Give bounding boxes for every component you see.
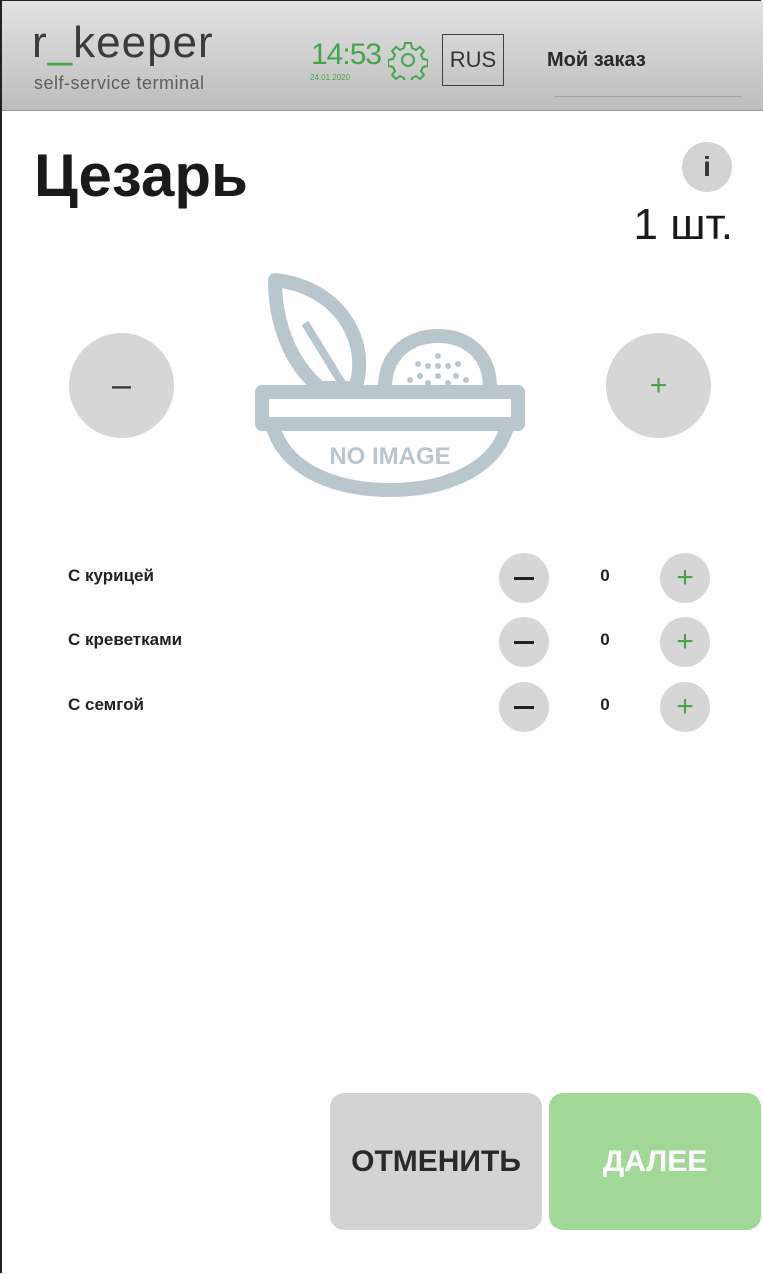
modifier-row: С семгой 0 + [0, 682, 763, 732]
language-button[interactable]: RUS [442, 34, 504, 86]
info-button[interactable]: i [682, 142, 732, 192]
no-image-placeholder-icon: NO IMAGE [255, 273, 525, 497]
plus-icon: + [676, 690, 694, 723]
modifier-row: С креветками 0 + [0, 617, 763, 667]
modifier-minus-button[interactable] [499, 682, 549, 732]
plus-icon: + [676, 561, 694, 594]
no-image-text: NO IMAGE [329, 443, 450, 470]
cancel-button[interactable]: ОТМЕНИТЬ [330, 1093, 542, 1230]
modifier-plus-button[interactable]: + [660, 553, 710, 603]
modifier-minus-button[interactable] [499, 553, 549, 603]
my-order-link[interactable]: Мой заказ [547, 49, 646, 72]
product-title: Цезарь [34, 142, 248, 209]
modifier-plus-button[interactable]: + [660, 682, 710, 732]
decrease-quantity-button[interactable]: – [69, 333, 174, 438]
modifier-label: С семгой [68, 695, 144, 714]
logo-suffix: keeper [73, 18, 214, 67]
clock-date: 24.01.2020 [310, 73, 351, 82]
minus-icon [514, 576, 534, 580]
modifier-count: 0 [600, 695, 610, 714]
logo: r_keeper [32, 19, 214, 67]
plus-icon: + [676, 625, 694, 658]
clock-time: 14:53 [311, 38, 382, 71]
modifier-minus-button[interactable] [499, 617, 549, 667]
minus-icon [514, 705, 534, 709]
increase-quantity-button[interactable]: + [606, 333, 711, 438]
next-button[interactable]: ДАЛЕЕ [549, 1093, 761, 1230]
modifier-count: 0 [600, 566, 610, 585]
modifier-label: С креветками [68, 630, 183, 649]
logo-prefix: r [32, 18, 48, 67]
my-order-underline [554, 96, 742, 97]
header-bar: r_keeper self-service terminal 14:53 24.… [2, 1, 763, 111]
modifier-plus-button[interactable]: + [660, 617, 710, 667]
modifier-label: С курицей [68, 566, 154, 585]
product-quantity: 1 шт. [633, 200, 734, 249]
logo-underscore: _ [47, 18, 74, 67]
logo-subtitle: self-service terminal [34, 73, 205, 93]
modifier-row: С курицей 0 + [0, 553, 763, 603]
modifier-count: 0 [600, 630, 610, 649]
minus-icon [514, 640, 534, 644]
gear-icon[interactable] [388, 40, 428, 80]
